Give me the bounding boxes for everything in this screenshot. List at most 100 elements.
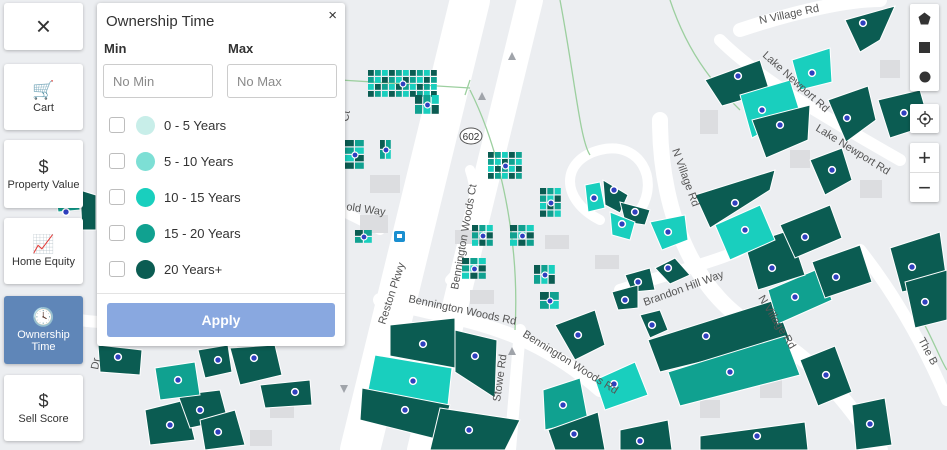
townhouse-parcel[interactable]: [375, 77, 381, 83]
property-marker[interactable]: [630, 207, 640, 217]
townhouse-parcel[interactable]: [472, 225, 479, 232]
pentagon-icon[interactable]: [910, 4, 939, 33]
property-marker[interactable]: [620, 295, 630, 305]
property-marker[interactable]: [907, 262, 917, 272]
option-checkbox[interactable]: [109, 261, 125, 277]
townhouse-parcel[interactable]: [472, 232, 479, 239]
townhouse-parcel[interactable]: [375, 91, 381, 97]
property-marker[interactable]: [740, 225, 750, 235]
ownership-option[interactable]: 20 Years+: [109, 258, 222, 280]
property-marker[interactable]: [609, 185, 619, 195]
property-marker[interactable]: [807, 68, 817, 78]
townhouse-parcel[interactable]: [502, 173, 508, 179]
townhouse-parcel[interactable]: [431, 77, 437, 83]
property-marker[interactable]: [920, 297, 930, 307]
property-marker[interactable]: [633, 277, 643, 287]
townhouse-parcel[interactable]: [509, 152, 515, 158]
property-marker[interactable]: [842, 113, 852, 123]
townhouse-parcel[interactable]: [548, 275, 555, 284]
zoom-in-button[interactable]: +: [910, 143, 939, 172]
property-marker[interactable]: [757, 105, 767, 115]
townhouse-parcel[interactable]: [415, 105, 423, 114]
townhouse-parcel[interactable]: [488, 159, 494, 165]
townhouse-parcel[interactable]: [375, 84, 381, 90]
townhouse-parcel[interactable]: [410, 70, 416, 76]
townhouse-parcel[interactable]: [431, 84, 437, 90]
townhouse-parcel[interactable]: [554, 195, 561, 202]
property-marker[interactable]: [399, 80, 407, 88]
property-marker[interactable]: [61, 207, 71, 217]
townhouse-parcel[interactable]: [488, 166, 494, 172]
townhouse-parcel[interactable]: [516, 152, 522, 158]
townhouse-parcel[interactable]: [478, 265, 486, 272]
townhouse-parcel[interactable]: [547, 210, 554, 217]
townhouse-parcel[interactable]: [486, 239, 493, 246]
townhouse-parcel[interactable]: [389, 91, 395, 97]
townhouse-parcel[interactable]: [345, 140, 354, 147]
apply-button[interactable]: Apply: [107, 303, 335, 337]
townhouse-parcel[interactable]: [368, 77, 374, 83]
property-marker[interactable]: [541, 271, 549, 279]
option-checkbox[interactable]: [109, 189, 125, 205]
townhouse-parcel[interactable]: [502, 152, 508, 158]
min-input[interactable]: [103, 64, 213, 98]
townhouse-parcel[interactable]: [509, 173, 515, 179]
townhouse-parcel[interactable]: [486, 232, 493, 239]
zoom-out-button[interactable]: −: [910, 173, 939, 202]
townhouse-parcel[interactable]: [375, 70, 381, 76]
townhouse-parcel[interactable]: [495, 173, 501, 179]
property-marker[interactable]: [663, 263, 673, 273]
townhouse-parcel[interactable]: [478, 258, 486, 265]
property-marker[interactable]: [501, 162, 510, 170]
property-marker[interactable]: [173, 375, 183, 385]
townhouse-parcel[interactable]: [415, 95, 423, 104]
townhouse-parcel[interactable]: [382, 77, 388, 83]
townhouse-parcel[interactable]: [488, 152, 494, 158]
townhouse-parcel[interactable]: [495, 166, 501, 172]
townhouse-parcel[interactable]: [479, 239, 486, 246]
townhouse-parcel[interactable]: [554, 188, 561, 195]
townhouse-parcel[interactable]: [410, 91, 416, 97]
property-marker[interactable]: [790, 292, 800, 302]
property-marker[interactable]: [752, 431, 762, 441]
property-marker[interactable]: [647, 320, 657, 330]
property-marker[interactable]: [865, 419, 875, 429]
townhouse-parcel[interactable]: [548, 265, 555, 274]
townhouse-parcel[interactable]: [540, 188, 547, 195]
townhouse-parcel[interactable]: [510, 232, 518, 239]
property-marker[interactable]: [547, 199, 555, 207]
townhouse-parcel[interactable]: [396, 70, 402, 76]
townhouse-parcel[interactable]: [495, 159, 501, 165]
townhouse-parcel[interactable]: [516, 173, 522, 179]
townhouse-parcel[interactable]: [431, 70, 437, 76]
sidebar-item-ownership-time[interactable]: 🕓 Ownership Time: [4, 296, 83, 364]
townhouse-parcel[interactable]: [554, 210, 561, 217]
property-marker[interactable]: [213, 427, 223, 437]
townhouse-parcel[interactable]: [424, 84, 430, 90]
townhouse-parcel[interactable]: [368, 84, 374, 90]
property-marker[interactable]: [730, 198, 740, 208]
property-marker[interactable]: [663, 227, 673, 237]
property-marker[interactable]: [800, 232, 810, 242]
property-marker[interactable]: [479, 232, 487, 240]
townhouse-parcel[interactable]: [534, 275, 541, 284]
townhouse-parcel[interactable]: [488, 173, 494, 179]
townhouse-parcel[interactable]: [417, 77, 423, 83]
ownership-option[interactable]: 10 - 15 Years: [109, 186, 241, 208]
property-marker[interactable]: [290, 387, 300, 397]
townhouse-parcel[interactable]: [534, 265, 541, 274]
option-checkbox[interactable]: [109, 117, 125, 133]
sidebar-item-cart[interactable]: 🛒 Cart: [4, 64, 83, 130]
sidebar-item-sell-score[interactable]: $ Sell Score: [4, 375, 83, 441]
property-marker[interactable]: [725, 367, 735, 377]
townhouse-parcel[interactable]: [355, 140, 364, 147]
property-marker[interactable]: [635, 436, 645, 446]
sidebar-item-property-value[interactable]: $ Property Value: [4, 140, 83, 208]
property-marker[interactable]: [249, 353, 259, 363]
townhouse-parcel[interactable]: [526, 232, 534, 239]
townhouse-parcel[interactable]: [470, 258, 478, 265]
transit-stop-icon[interactable]: [394, 231, 405, 242]
townhouse-parcel[interactable]: [389, 70, 395, 76]
townhouse-parcel[interactable]: [424, 77, 430, 83]
parcel[interactable]: [259, 379, 313, 409]
